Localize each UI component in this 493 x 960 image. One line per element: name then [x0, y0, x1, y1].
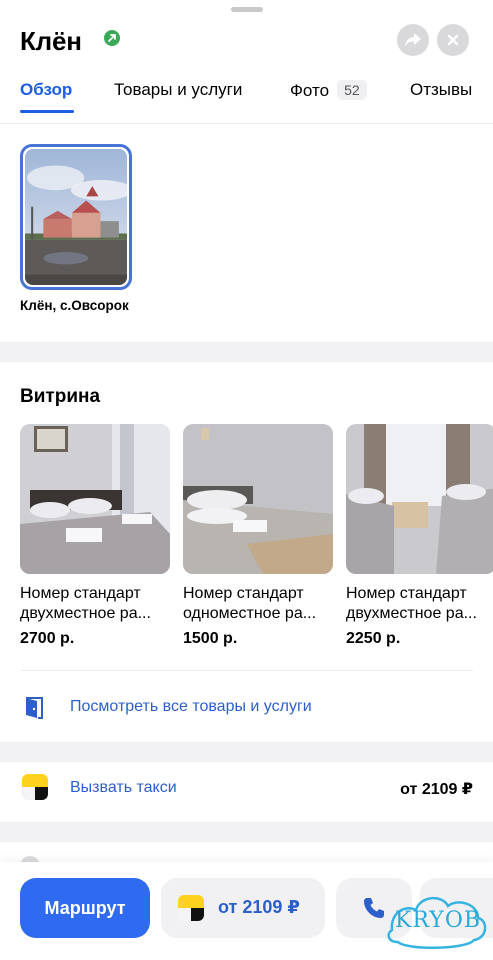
- tab-photos-label: Фото: [290, 81, 330, 100]
- card-price: 2250 р.: [346, 630, 401, 647]
- tab-overview[interactable]: Обзор: [20, 80, 72, 100]
- tab-photos[interactable]: Фото 52: [290, 80, 367, 101]
- taxi-price: от 2109 ₽: [400, 781, 473, 798]
- card-subtitle: двухместное ра...: [20, 605, 151, 622]
- share-icon: [405, 33, 421, 47]
- gallery-photo-frame: [20, 144, 132, 290]
- room-photo: [183, 424, 333, 574]
- sheet-drag-handle[interactable]: [231, 7, 263, 12]
- card-title: Номер стандарт: [346, 585, 467, 602]
- row-separator: [20, 670, 473, 671]
- route-button[interactable]: Маршрут: [20, 878, 150, 938]
- call-taxi-label: Вызвать такси: [70, 779, 177, 796]
- call-taxi-row[interactable]: Вызвать такси от 2109 ₽: [20, 768, 473, 808]
- showcase-card[interactable]: Номер стандарт двухместное ра... 2700 р.: [20, 424, 170, 648]
- tab-bar: Обзор Товары и услуги Фото 52 Отзывы: [0, 76, 493, 124]
- share-button[interactable]: [397, 24, 429, 56]
- gallery-caption: Клён, с.Овсорок: [20, 298, 129, 313]
- room-photo: [20, 424, 170, 574]
- watermark-text: KRYOB: [394, 908, 482, 933]
- close-icon: [447, 34, 459, 46]
- section-divider: [0, 342, 493, 362]
- watermark-logo: KRYOB: [386, 890, 490, 952]
- photo-gallery-item[interactable]: Клён, с.Овсорок: [20, 144, 134, 313]
- photo-count-badge: 52: [337, 80, 367, 100]
- card-title: Номер стандарт: [20, 585, 141, 602]
- card-price: 1500 р.: [183, 630, 238, 647]
- tab-reviews[interactable]: Отзывы: [410, 80, 472, 100]
- phone-icon: [364, 898, 384, 918]
- card-title: Номер стандарт: [183, 585, 304, 602]
- card-price: 2700 р.: [20, 630, 75, 647]
- close-button[interactable]: [437, 24, 469, 56]
- section-divider: [0, 742, 493, 762]
- view-all-products-label: Посмотреть все товары и услуги: [70, 698, 312, 715]
- tab-products-services[interactable]: Товары и услуги: [114, 80, 242, 100]
- taxi-button[interactable]: от 2109 ₽: [161, 878, 325, 938]
- showcase-card[interactable]: Номер стандарт двухместное ра... 2250 р.: [346, 424, 493, 648]
- header: Клён: [20, 24, 473, 60]
- yandex-taxi-icon: [178, 895, 204, 921]
- card-subtitle: двухместное ра...: [346, 605, 477, 622]
- view-all-products-link[interactable]: Посмотреть все товары и услуги: [20, 690, 473, 726]
- showcase-card[interactable]: Номер стандарт одноместное ра... 1500 р.: [183, 424, 333, 648]
- verified-icon: [104, 30, 120, 46]
- section-divider: [0, 822, 493, 842]
- place-title: Клён: [20, 26, 82, 56]
- showcase-title: Витрина: [20, 386, 101, 407]
- card-subtitle: одноместное ра...: [183, 605, 317, 622]
- showcase-carousel[interactable]: Номер стандарт двухместное ра... 2700 р.…: [20, 424, 493, 654]
- door-icon: [24, 696, 44, 725]
- active-tab-indicator: [20, 110, 74, 113]
- room-photo: [346, 424, 493, 574]
- yandex-taxi-icon: [22, 774, 48, 800]
- hotel-exterior-photo: [25, 149, 127, 285]
- taxi-button-price: от 2109 ₽: [218, 897, 300, 917]
